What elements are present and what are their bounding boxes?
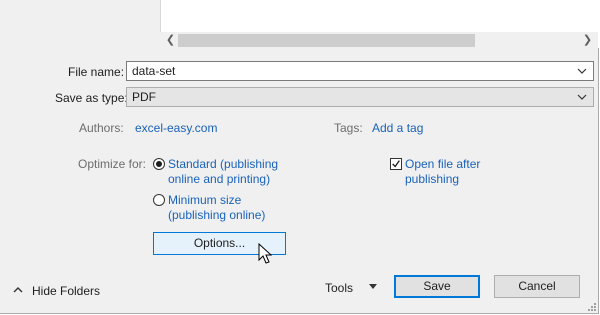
cancel-button[interactable]: Cancel bbox=[494, 275, 580, 298]
mouse-cursor-icon bbox=[258, 243, 273, 264]
tags-label: Tags: bbox=[334, 121, 363, 135]
save-as-type-select[interactable]: PDF bbox=[126, 87, 594, 107]
radio-minimum-label-line1[interactable]: Minimum size bbox=[168, 193, 241, 207]
authors-label: Authors: bbox=[79, 121, 124, 135]
radio-standard[interactable] bbox=[153, 158, 165, 170]
save-button[interactable]: Save bbox=[394, 275, 480, 298]
open-after-label-line1[interactable]: Open file after bbox=[405, 157, 480, 171]
horizontal-scrollbar[interactable]: ❮ ❯ bbox=[160, 32, 598, 49]
open-after-label-line2[interactable]: publishing bbox=[405, 172, 459, 186]
radio-selected-dot bbox=[156, 161, 162, 167]
save-as-type-label: Save as type: bbox=[55, 91, 128, 105]
checkmark-icon bbox=[392, 160, 400, 168]
file-name-input[interactable]: data-set bbox=[126, 61, 594, 81]
chevron-down-icon[interactable] bbox=[575, 89, 589, 105]
resize-grip-icon[interactable] bbox=[586, 301, 596, 311]
tools-menu[interactable]: Tools bbox=[325, 281, 353, 295]
chevron-down-icon[interactable] bbox=[575, 63, 589, 79]
save-as-dialog: ❮ ❯ File name: data-set Save as type: PD… bbox=[0, 0, 599, 314]
radio-standard-label-line2[interactable]: online and printing) bbox=[168, 172, 270, 186]
chevron-up-icon[interactable] bbox=[13, 285, 23, 295]
save-as-type-value: PDF bbox=[132, 90, 156, 104]
file-name-value: data-set bbox=[132, 64, 176, 78]
dropdown-arrow-icon[interactable] bbox=[369, 284, 377, 290]
scrollbar-thumb[interactable] bbox=[178, 34, 475, 47]
scroll-right-icon[interactable]: ❯ bbox=[579, 32, 596, 49]
scroll-left-icon[interactable]: ❮ bbox=[162, 32, 179, 49]
authors-value[interactable]: excel-easy.com bbox=[135, 121, 217, 135]
hide-folders-button[interactable]: Hide Folders bbox=[32, 284, 100, 298]
optimize-for-label: Optimize for: bbox=[78, 157, 147, 171]
file-name-label: File name: bbox=[68, 65, 125, 79]
navigation-pane bbox=[0, 0, 160, 50]
radio-standard-label-line1[interactable]: Standard (publishing bbox=[168, 157, 278, 171]
radio-minimum-label-line2[interactable]: (publishing online) bbox=[168, 208, 265, 222]
open-after-checkbox[interactable] bbox=[390, 158, 402, 170]
radio-minimum-size[interactable] bbox=[153, 194, 165, 206]
add-tag-link[interactable]: Add a tag bbox=[372, 121, 423, 135]
